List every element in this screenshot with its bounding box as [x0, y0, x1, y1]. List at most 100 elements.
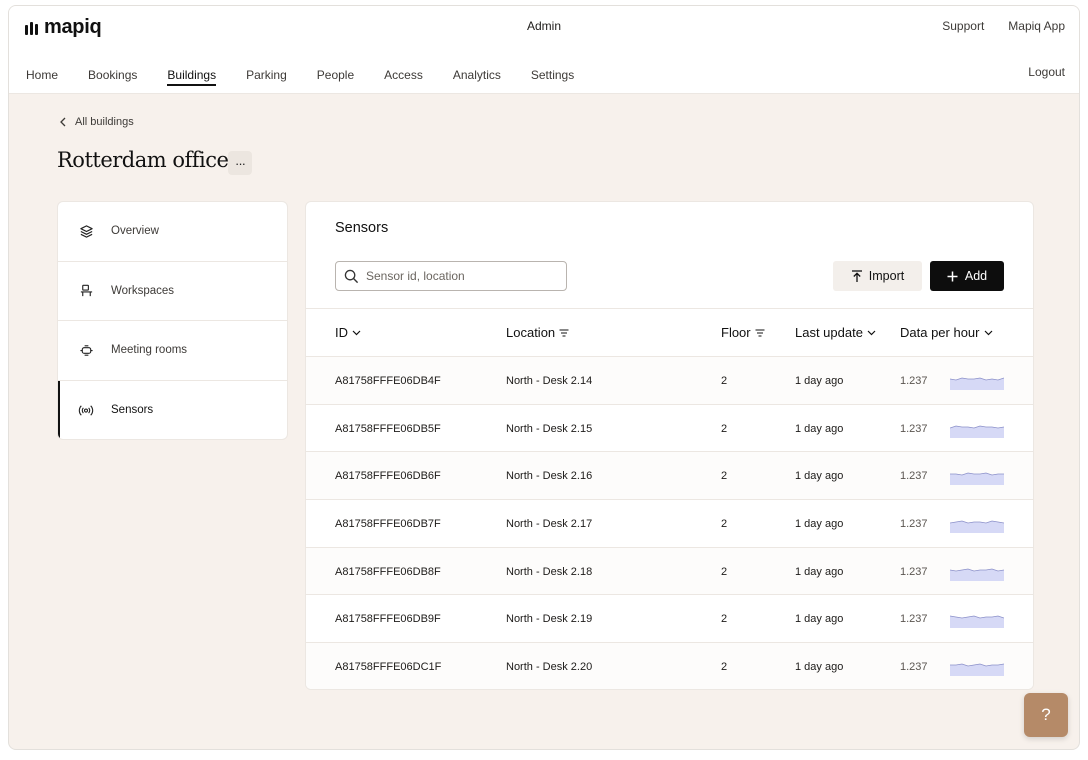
logo-mark-icon: [25, 21, 38, 35]
table-row[interactable]: A81758FFFE06DB9F North - Desk 2.19 2 1 day …: [306, 594, 1033, 642]
breadcrumb-all-buildings: All buildings: [75, 116, 134, 128]
brand-logo[interactable]: mapiq: [25, 16, 102, 39]
nav-parking[interactable]: Parking: [246, 68, 287, 86]
side-item-label: Sensors: [111, 404, 154, 417]
table-row[interactable]: A81758FFFE06DB8F North - Desk 2.18 2 1 day …: [306, 546, 1033, 595]
chevron-down-icon: [984, 330, 992, 335]
side-item-label: Overview: [111, 225, 159, 238]
nav-bookings[interactable]: Bookings: [88, 68, 137, 86]
last-update-cell: 1 day ago: [795, 661, 844, 674]
sensors-title: Sensors: [335, 220, 389, 236]
desk-icon: [78, 283, 94, 299]
more-options-button[interactable]: ···: [228, 151, 252, 175]
filter-icon: [755, 328, 765, 337]
location-cell: North - Desk 2.14: [506, 375, 593, 387]
sparkline-line: [950, 568, 1004, 572]
breadcrumb[interactable]: All buildings: [59, 116, 134, 128]
last-update-cell: 1 day ago: [795, 518, 844, 531]
column-header-id[interactable]: ID: [335, 325, 361, 340]
sparkline-chart: [950, 472, 1004, 486]
sparkline-area: [950, 616, 1004, 629]
nav-access[interactable]: Access: [384, 68, 423, 86]
layers-icon: [78, 223, 94, 239]
nav-people[interactable]: People: [317, 68, 354, 86]
data-per-hour-cell: 1.237: [900, 375, 928, 387]
meeting-table-icon: [78, 342, 94, 358]
top-links: Support Mapiq App: [942, 19, 1065, 33]
filter-icon: [559, 328, 569, 337]
side-item-label: Meeting rooms: [111, 344, 188, 357]
column-label: Data per hour: [900, 325, 980, 340]
column-header-location[interactable]: Location: [506, 325, 569, 340]
nav-buildings[interactable]: Buildings: [167, 68, 217, 86]
column-header-last-update[interactable]: Last update: [795, 325, 876, 340]
side-item-sensors[interactable]: Sensors: [58, 380, 287, 439]
sparkline-chart: [950, 616, 1004, 629]
sensor-id-cell: A81758FFFE06DB7F: [335, 518, 441, 531]
search-box[interactable]: [335, 261, 567, 291]
sparkline-area: [950, 521, 1004, 534]
sensor-id-cell: A81758FFFE06DB8F: [335, 565, 441, 578]
search-input[interactable]: [366, 269, 556, 283]
nav-analytics[interactable]: Analytics: [453, 68, 501, 86]
sensor-id-cell: A81758FFFE06DB4F: [335, 375, 441, 387]
add-sensor-button[interactable]: Add: [930, 261, 1004, 291]
column-label: ID: [335, 325, 348, 340]
table-row[interactable]: A81758FFFE06DC1F North - Desk 2.20 2 1 day …: [306, 642, 1033, 689]
building-side-menu: Overview Workspaces Meeting rooms Sensor…: [57, 201, 288, 440]
table-row[interactable]: A81758FFFE06DB4F North - Desk 2.14 2 1 day …: [306, 356, 1033, 404]
data-per-hour-cell: 1.237: [900, 470, 928, 483]
chevron-left-icon: [60, 117, 66, 127]
last-update-cell: 1 day ago: [795, 565, 844, 578]
table-row[interactable]: A81758FFFE06DB6F North - Desk 2.16 2 1 day …: [306, 451, 1033, 500]
nav-settings[interactable]: Settings: [531, 68, 574, 86]
last-update-cell: 1 day ago: [795, 422, 844, 435]
data-per-hour-cell: 1.237: [900, 565, 928, 578]
sparkline-chart: [950, 377, 1004, 390]
location-cell: North - Desk 2.18: [506, 565, 593, 578]
floor-cell: 2: [721, 613, 728, 626]
last-update-cell: 1 day ago: [795, 375, 844, 387]
support-link[interactable]: Support: [942, 19, 984, 33]
side-item-meeting-rooms[interactable]: Meeting rooms: [58, 321, 287, 381]
sparkline-area: [950, 473, 1004, 486]
sparkline-area: [950, 664, 1004, 677]
table-row[interactable]: A81758FFFE06DB5F North - Desk 2.15 2 1 day …: [306, 403, 1033, 452]
data-per-hour-cell: 1.237: [900, 613, 928, 626]
mapiq-app-link[interactable]: Mapiq App: [1008, 19, 1065, 33]
column-header-floor[interactable]: Floor: [721, 325, 765, 340]
floor-cell: 2: [721, 565, 728, 578]
upload-icon: [851, 269, 862, 282]
side-item-workspaces[interactable]: Workspaces: [58, 262, 287, 321]
column-header-data-per-hour[interactable]: Data per hour: [900, 325, 993, 340]
nav-home[interactable]: Home: [26, 68, 58, 86]
floor-cell: 2: [721, 422, 728, 435]
location-cell: North - Desk 2.15: [506, 422, 593, 435]
location-cell: North - Desk 2.17: [506, 518, 593, 531]
import-button[interactable]: Import: [833, 261, 922, 291]
logout-link[interactable]: Logout: [1028, 65, 1065, 79]
floor-cell: 2: [721, 661, 728, 674]
column-label: Last update: [795, 325, 863, 340]
location-cell: North - Desk 2.20: [506, 661, 593, 674]
chevron-down-icon: [352, 330, 361, 335]
location-cell: North - Desk 2.16: [506, 470, 593, 483]
data-per-hour-cell: 1.237: [900, 422, 928, 435]
side-item-overview[interactable]: Overview: [58, 202, 287, 262]
plus-icon: [947, 271, 958, 281]
main-nav: Home Bookings Buildings Parking People A…: [26, 68, 604, 86]
sensors-panel: Sensors Import Add ID Location Floor: [305, 201, 1034, 690]
chevron-down-icon: [867, 330, 876, 335]
table-row[interactable]: A81758FFFE06DB7F North - Desk 2.17 2 1 day …: [306, 499, 1033, 547]
sparkline-chart: [950, 568, 1004, 581]
location-cell: North - Desk 2.19: [506, 613, 593, 626]
table-header: ID Location Floor Last update Data per h…: [306, 308, 1033, 356]
help-button[interactable]: ?: [1024, 693, 1068, 737]
floor-cell: 2: [721, 375, 728, 387]
import-label: Import: [868, 269, 905, 283]
column-label: Location: [506, 325, 556, 340]
sparkline-chart: [950, 425, 1004, 438]
admin-label: Admin: [527, 19, 562, 33]
column-label: Floor: [721, 325, 751, 340]
floor-cell: 2: [721, 518, 728, 531]
